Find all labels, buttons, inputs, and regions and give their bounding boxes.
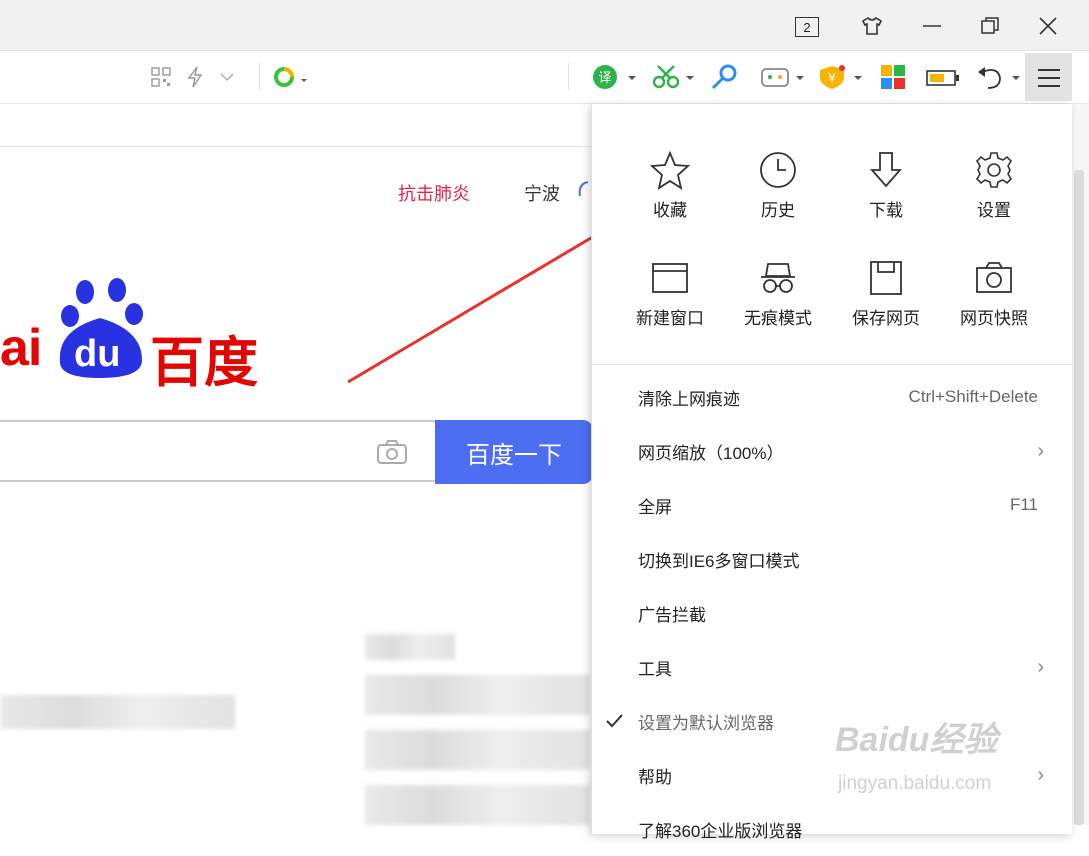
menu-save-page-label: 保存网页 <box>852 309 920 328</box>
menu-item-label: 全屏 <box>638 497 672 517</box>
menu-incognito[interactable]: 无痕模式 <box>728 258 828 329</box>
menu-new-window[interactable]: 新建窗口 <box>620 258 720 329</box>
menu-ie6-mode[interactable]: 切换到IE6多窗口模式 <box>592 532 1072 586</box>
shield-coin-icon[interactable]: ¥ <box>818 63 864 91</box>
toolbar-divider <box>259 63 260 91</box>
close-icon[interactable] <box>1030 10 1066 42</box>
menu-about-enterprise[interactable]: 了解360企业版浏览器 <box>592 802 1072 856</box>
title-bar: 2 <box>0 0 1089 51</box>
menu-item-shortcut: Ctrl+Shift+Delete <box>908 387 1038 406</box>
window-icon <box>652 263 688 293</box>
watermark-url: jingyan.baidu.com <box>838 773 992 794</box>
restore-icon[interactable] <box>972 10 1008 42</box>
blurred-text <box>365 675 590 715</box>
menu-fullscreen[interactable]: 全屏 F11 <box>592 478 1072 532</box>
menu-tools[interactable]: 工具 › <box>592 640 1072 694</box>
menu-item-shortcut: F11 <box>1009 495 1038 514</box>
svg-text:¥: ¥ <box>828 71 836 85</box>
menu-item-label: 工具 <box>638 659 672 679</box>
watermark-brand: Baidu经验 <box>835 721 998 759</box>
toolbar: 译 ¥ <box>0 51 1089 136</box>
save-icon <box>870 261 902 295</box>
skin-icon[interactable] <box>854 10 890 42</box>
translate-icon[interactable]: 译 <box>592 63 638 91</box>
menu-item-label: 帮助 <box>638 767 672 787</box>
logo-text: 百度 <box>150 333 258 393</box>
chevron-right-icon: › <box>1037 439 1044 462</box>
chevron-right-icon: › <box>1037 655 1044 678</box>
game-icon[interactable] <box>760 63 806 91</box>
blurred-text <box>365 785 590 825</box>
download-icon <box>870 152 902 188</box>
menu-incognito-label: 无痕模式 <box>744 309 812 328</box>
menu-clear-history[interactable]: 清除上网痕迹 Ctrl+Shift+Delete <box>592 370 1072 424</box>
battery-icon[interactable] <box>926 63 960 91</box>
menu-downloads-label: 下载 <box>869 201 903 220</box>
menu-snapshot[interactable]: 网页快照 <box>944 258 1044 329</box>
menu-new-window-label: 新建窗口 <box>636 309 704 328</box>
menu-save-page[interactable]: 保存网页 <box>836 258 936 329</box>
checkmark-icon <box>606 714 623 728</box>
menu-item-label: 广告拦截 <box>638 605 706 625</box>
menu-snapshot-label: 网页快照 <box>960 309 1028 328</box>
menu-help[interactable]: 帮助 › <box>592 748 1072 802</box>
apps-grid-icon[interactable] <box>880 63 906 91</box>
camera-search-icon[interactable] <box>376 439 408 470</box>
menu-history-label: 历史 <box>761 201 795 220</box>
menu-item-label: 设置为默认浏览器 <box>638 713 774 733</box>
search-engine-icon[interactable] <box>272 63 310 91</box>
menu-item-label: 网页缩放（100%） <box>638 443 784 463</box>
undo-icon[interactable] <box>976 63 1022 91</box>
hamburger-icon <box>1038 69 1060 87</box>
gear-icon <box>975 152 1013 188</box>
chevron-right-icon: › <box>1037 763 1044 786</box>
menu-item-label: 清除上网痕迹 <box>638 389 740 409</box>
clock-icon <box>760 152 796 188</box>
scissors-icon[interactable] <box>652 63 698 91</box>
minimize-icon[interactable] <box>914 10 950 42</box>
menu-settings[interactable]: 设置 <box>944 150 1044 221</box>
menu-divider <box>592 364 1072 365</box>
qr-code-icon[interactable] <box>151 63 171 91</box>
menu-history[interactable]: 历史 <box>728 150 828 221</box>
tab-count-badge[interactable]: 2 <box>795 17 819 37</box>
menu-settings-label: 设置 <box>977 201 1011 220</box>
menu-item-label: 了解360企业版浏览器 <box>638 821 803 841</box>
menu-favorites[interactable]: 收藏 <box>620 150 720 221</box>
menu-ad-block[interactable]: 广告拦截 <box>592 586 1072 640</box>
scrollbar-thumb[interactable] <box>1074 170 1084 825</box>
menu-zoom[interactable]: 网页缩放（100%） › <box>592 424 1072 478</box>
main-menu: 收藏 历史 下载 设置 新建窗口 无痕模式 保存网页 网页快照 清除上网痕迹 C… <box>591 104 1072 841</box>
menu-favorites-label: 收藏 <box>653 201 687 220</box>
camera-icon <box>976 262 1012 293</box>
star-icon <box>650 150 690 190</box>
search-input[interactable] <box>0 420 435 482</box>
blurred-text <box>0 695 235 729</box>
key-icon[interactable] <box>710 63 738 91</box>
toolbar-divider <box>568 63 569 91</box>
menu-downloads[interactable]: 下载 <box>836 150 936 221</box>
svg-text:译: 译 <box>598 71 611 86</box>
menu-item-label: 切换到IE6多窗口模式 <box>638 551 800 571</box>
search-button[interactable]: 百度一下 <box>435 420 593 484</box>
chevron-down-icon[interactable] <box>220 63 234 91</box>
logo-prefix: ai <box>0 319 42 377</box>
logo-du: du <box>74 333 121 375</box>
lightning-icon[interactable] <box>186 63 204 91</box>
incognito-icon <box>761 263 795 293</box>
blurred-text <box>365 730 590 770</box>
menu-default-browser[interactable]: 设置为默认浏览器 <box>592 694 1072 748</box>
blurred-text <box>365 634 455 660</box>
menu-button[interactable] <box>1025 53 1072 101</box>
